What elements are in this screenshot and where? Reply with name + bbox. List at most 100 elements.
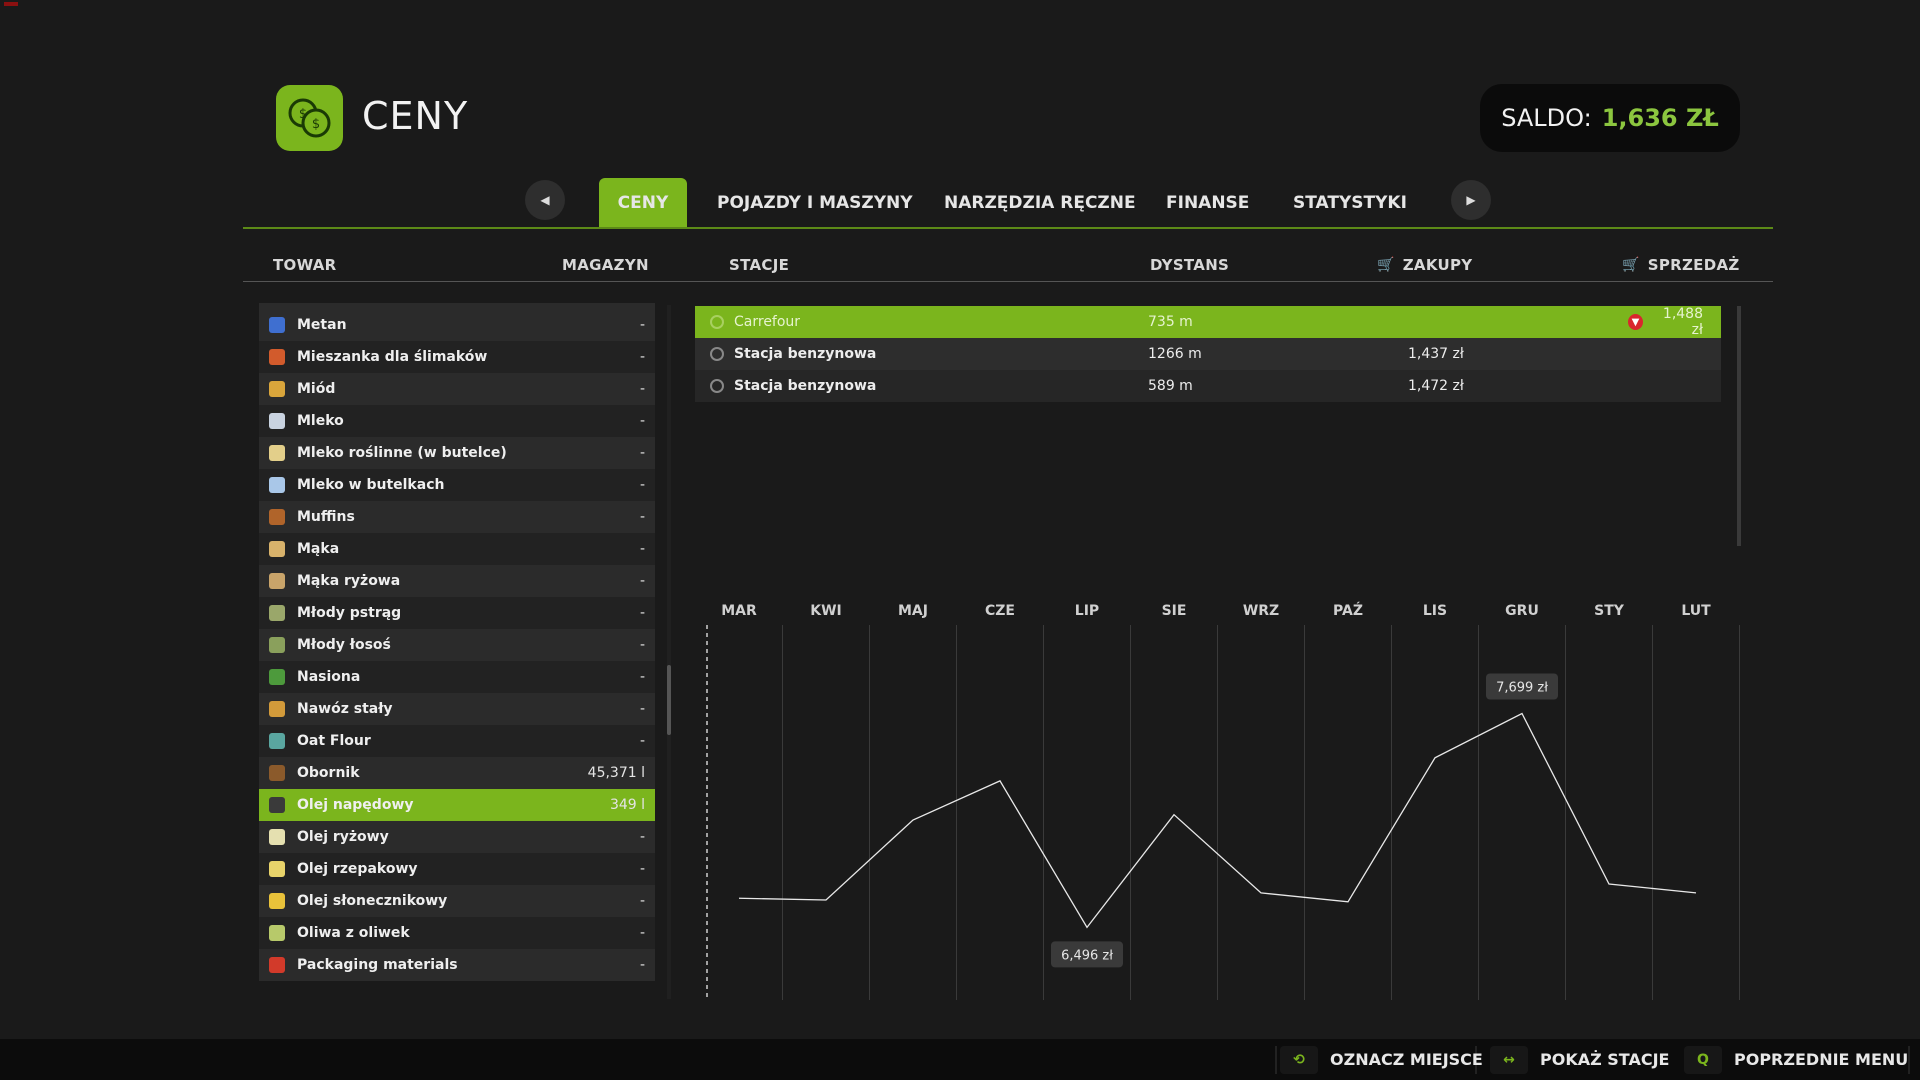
product-icon	[269, 893, 285, 909]
map-pin-icon[interactable]	[710, 379, 724, 393]
list-item[interactable]: Mąka -	[259, 533, 655, 565]
product-stock: -	[639, 701, 645, 717]
arrow-right-icon: ▶	[1466, 193, 1476, 207]
previous-menu-button[interactable]: Q POPRZEDNIE MENU	[1684, 1039, 1908, 1080]
map-pin-icon[interactable]	[710, 347, 724, 361]
list-item[interactable]: Oat Flour -	[259, 725, 655, 757]
list-item[interactable]: Miód -	[259, 373, 655, 405]
list-item[interactable]: Olej rzepakowy -	[259, 853, 655, 885]
tab-ceny[interactable]: CENY	[599, 178, 687, 228]
product-name: Obornik	[297, 765, 360, 781]
list-item[interactable]: Olej ryżowy -	[259, 821, 655, 853]
station-list-scrollbar[interactable]	[1737, 306, 1741, 546]
product-icon	[269, 733, 285, 749]
list-item[interactable]: Nawóz stały -	[259, 693, 655, 725]
station-row[interactable]: Stacja benzynowa 1266 m 1,437 zł	[695, 338, 1721, 370]
map-pin-icon[interactable]	[710, 315, 724, 329]
column-header-sprzedaz-label: SPRZEDAŻ	[1647, 256, 1740, 274]
svg-text:$: $	[299, 107, 307, 122]
list-item[interactable]: Nasiona -	[259, 661, 655, 693]
column-header-towar: TOWAR	[273, 256, 337, 274]
product-name: Packaging materials	[297, 957, 458, 973]
show-stations-label: POKAŻ STACJE	[1540, 1050, 1670, 1069]
product-icon	[269, 573, 285, 589]
next-tab-button[interactable]: ▶	[1451, 180, 1491, 220]
list-item[interactable]: Metan -	[259, 309, 655, 341]
product-name: Mąka	[297, 541, 340, 557]
list-item[interactable]: Oliwa z oliwek -	[259, 917, 655, 949]
product-name: Oat Flour	[297, 733, 371, 749]
product-icon	[269, 669, 285, 685]
month-tick-label: LUT	[1681, 603, 1711, 619]
product-stock: -	[639, 413, 645, 429]
list-item[interactable]: Packaging materials -	[259, 949, 655, 981]
column-header-zakupy: 🛒 ZAKUPY	[1377, 256, 1472, 274]
list-item[interactable]: Młody pstrąg -	[259, 597, 655, 629]
product-stock: -	[639, 605, 645, 621]
product-stock: -	[639, 957, 645, 973]
arrow-left-icon: ◀	[540, 193, 550, 207]
product-name: Młody łosoś	[297, 637, 391, 653]
station-sell-price: 1,488 zł	[1662, 306, 1703, 338]
header-divider	[243, 281, 1773, 282]
list-item[interactable]: Mąka ryżowa -	[259, 565, 655, 597]
list-item[interactable]: Mleko roślinne (w butelce) -	[259, 437, 655, 469]
product-list-scroll-thumb[interactable]	[667, 665, 671, 735]
list-item[interactable]: Mieszanka dla ślimaków -	[259, 341, 655, 373]
column-header-sprzedaz: 🛒 SPRZEDAŻ	[1622, 256, 1740, 274]
price-tooltip-label: 7,699 zł	[1496, 681, 1548, 696]
product-name: Mieszanka dla ślimaków	[297, 349, 488, 365]
product-stock: -	[639, 445, 645, 461]
list-item[interactable]: Olej słonecznikowy -	[259, 885, 655, 917]
product-list-scrollbar[interactable]	[667, 305, 671, 999]
product-name: Nawóz stały	[297, 701, 393, 717]
station-row[interactable]: Carrefour 735 m ▼ 1,488 zł	[695, 306, 1721, 338]
station-distance: 589 m	[1148, 378, 1193, 394]
product-icon	[269, 349, 285, 365]
product-list[interactable]: Metan - Mieszanka dla ślimaków - Miód - Mleko -…	[259, 303, 655, 999]
month-tick-label: KWI	[810, 603, 842, 619]
list-item[interactable]: Olej napędowy 349 l	[259, 789, 655, 821]
list-item[interactable]: Muffins -	[259, 501, 655, 533]
coins-icon: $ $	[288, 98, 331, 138]
station-buy-price: 1,437 zł	[1408, 346, 1464, 362]
balance-display: SALDO: 1,636 ZŁ	[1480, 84, 1740, 152]
product-stock: 45,371 l	[587, 765, 645, 781]
product-icon	[269, 445, 285, 461]
tab-statystyki[interactable]: STATYSTYKI	[1293, 178, 1407, 228]
list-item[interactable]: Obornik 45,371 l	[259, 757, 655, 789]
station-sell-cell: ▼ 1,488 zł	[1628, 306, 1721, 338]
product-icon	[269, 509, 285, 525]
product-stock: -	[639, 541, 645, 557]
column-header-dystans: DYSTANS	[1150, 256, 1230, 274]
tab-pojazdy-i-maszyny[interactable]: POJAZDY I MASZYNY	[717, 178, 913, 228]
product-name: Mleko roślinne (w butelce)	[297, 445, 507, 461]
corner-indicator	[4, 2, 18, 6]
product-icon	[269, 317, 285, 333]
column-header-stacje: STACJE	[729, 256, 790, 274]
product-name: Miód	[297, 381, 336, 397]
product-stock: 349 l	[609, 797, 645, 813]
product-name: Olej ryżowy	[297, 829, 389, 845]
product-icon	[269, 381, 285, 397]
previous-tab-button[interactable]: ◀	[525, 180, 565, 220]
product-stock: -	[639, 925, 645, 941]
product-icon	[269, 861, 285, 877]
product-stock: -	[639, 349, 645, 365]
product-stock: -	[639, 669, 645, 685]
product-icon	[269, 637, 285, 653]
footer-separator	[1275, 1046, 1277, 1074]
product-stock: -	[639, 381, 645, 397]
mark-location-button[interactable]: ⟲ OZNACZ MIEJSCE	[1280, 1039, 1483, 1080]
tab-narzedzia-reczne[interactable]: NARZĘDZIA RĘCZNE	[944, 178, 1136, 228]
list-item[interactable]: Młody łosoś -	[259, 629, 655, 661]
tab-finanse[interactable]: FINANSE	[1166, 178, 1249, 228]
list-item[interactable]: Mleko -	[259, 405, 655, 437]
list-item[interactable]: Mleko w butelkach -	[259, 469, 655, 501]
show-stations-button[interactable]: ↔ POKAŻ STACJE	[1490, 1039, 1669, 1080]
product-name: Mleko w butelkach	[297, 477, 445, 493]
station-name: Stacja benzynowa	[734, 346, 877, 362]
product-name: Nasiona	[297, 669, 361, 685]
station-row[interactable]: Stacja benzynowa 589 m 1,472 zł	[695, 370, 1721, 402]
column-header-zakupy-label: ZAKUPY	[1402, 256, 1473, 274]
